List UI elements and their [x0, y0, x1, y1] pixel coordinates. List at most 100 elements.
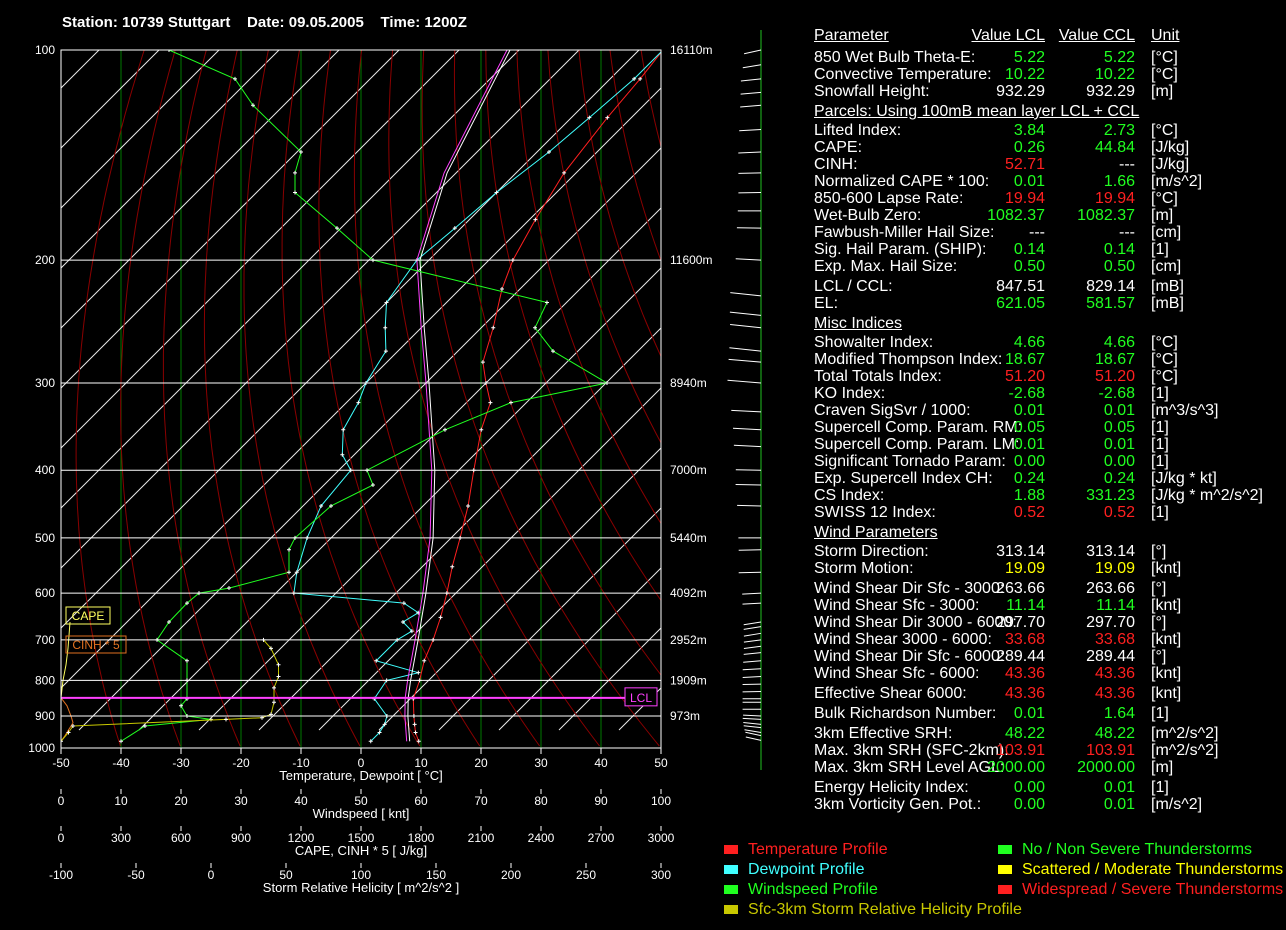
parameter-name: KO Index:: [814, 385, 886, 402]
parameter-name: Effective Shear 6000:: [814, 685, 967, 702]
extra-axis-tick-label: 40: [294, 794, 308, 808]
wind-barb: [738, 151, 762, 154]
unit-label: [°C]: [1151, 351, 1178, 368]
extra-axis-tick-label: 60: [414, 794, 428, 808]
pressure-tick-label: 600: [35, 586, 55, 600]
unit-label: [J/kg]: [1151, 156, 1190, 173]
unit-label: [knt]: [1151, 665, 1182, 682]
unit-label: [J/kg * kt]: [1151, 470, 1217, 487]
extra-axis-tick-label: 250: [576, 868, 596, 882]
value-lcl: 0.01: [1013, 402, 1045, 419]
temperature-profile-point: [661, 48, 665, 52]
extra-axis-label: Windspeed [ knt]: [313, 806, 410, 821]
unit-label: [m]: [1151, 83, 1174, 100]
dry-adiabat: [243, 50, 361, 747]
dewpoint-profile-point: [341, 427, 346, 432]
helicity-profile-point: [272, 685, 276, 690]
unit-label: [1]: [1151, 453, 1169, 470]
pressure-tick-label: 500: [35, 531, 55, 545]
extra-axis-tick-label: 900: [231, 831, 251, 845]
value-ccl: 4.66: [1103, 334, 1135, 351]
wind-barb: [732, 427, 762, 431]
value-lcl: 0.00: [1013, 779, 1045, 796]
value-ccl: -2.68: [1098, 385, 1135, 402]
isotherm-line: [61, 50, 220, 209]
windspeed-profile-point: [209, 717, 213, 722]
height-label: 1909m: [670, 673, 707, 687]
wind-barb: [743, 722, 762, 725]
value-ccl: 5.22: [1103, 49, 1135, 66]
value-lcl: 289.44: [996, 648, 1045, 665]
column-header-parameter: Parameter: [814, 27, 889, 44]
legend-swatch: [998, 865, 1012, 875]
legend-label: Windspeed Profile: [748, 881, 878, 898]
unit-label: [m/s^2]: [1151, 796, 1203, 813]
wind-barb: [742, 676, 762, 678]
dry-adiabat: [353, 50, 541, 747]
extra-axis-tick-label: 30: [234, 794, 248, 808]
unit-label: [J/kg]: [1151, 139, 1190, 156]
parameter-name: Supercell Comp. Param. RM:: [814, 419, 1023, 436]
parameter-name: Wet-Bulb Zero:: [814, 207, 922, 224]
parameter-name: Snowfall Height:: [814, 83, 930, 100]
unit-label: [°]: [1151, 580, 1167, 597]
extra-axis-tick-label: 0: [58, 831, 65, 845]
unit-label: [knt]: [1151, 597, 1182, 614]
value-ccl: 263.66: [1086, 580, 1135, 597]
extra-axis-label: Storm Relative Helicity [ m^2/s^2 ]: [263, 880, 459, 895]
extra-axis-tick-label: 90: [594, 794, 608, 808]
unit-label: [1]: [1151, 436, 1169, 453]
value-lcl: 43.36: [1004, 665, 1045, 682]
wind-barb: [740, 91, 762, 95]
helicity-profile-point: [276, 674, 281, 679]
value-ccl: 18.67: [1094, 351, 1135, 368]
value-lcl: 43.36: [1004, 685, 1045, 702]
wind-barb: [742, 668, 762, 671]
value-lcl: 0.01: [1013, 436, 1045, 453]
wind-barb: [742, 592, 762, 595]
parameter-name: Storm Motion:: [814, 560, 914, 577]
legend-swatch: [724, 865, 738, 875]
value-lcl: 10.22: [1004, 66, 1045, 83]
dry-adiabat: [485, 50, 661, 602]
unit-label: [°C]: [1151, 122, 1178, 139]
value-ccl: 48.22: [1094, 725, 1135, 742]
isotherm-line: [61, 50, 160, 149]
value-lcl: 0.00: [1013, 453, 1045, 470]
unit-label: [knt]: [1151, 631, 1182, 648]
value-ccl: 297.70: [1086, 614, 1135, 631]
value-lcl: 3.84: [1013, 122, 1045, 139]
wind-barb: [743, 660, 762, 663]
column-header-value-ccl: Value CCL: [1058, 27, 1135, 44]
unit-label: [°]: [1151, 648, 1167, 665]
legend-label: Widespread / Severe Thunderstorms: [1022, 881, 1284, 898]
value-ccl: 0.01: [1103, 796, 1135, 813]
legend-item-severity: Widespread / Severe Thunderstorms: [998, 881, 1283, 899]
value-ccl: 11.14: [1096, 597, 1135, 614]
x-tick-label: -30: [172, 756, 190, 770]
unit-label: [m/s^2]: [1151, 173, 1203, 190]
value-lcl: 51.20: [1004, 368, 1045, 385]
wind-barb: [743, 639, 762, 643]
temperature-profile-point: [491, 325, 496, 330]
wind-barb: [742, 717, 762, 720]
extra-axis-tick-label: 600: [171, 831, 191, 845]
wind-barb: [742, 602, 762, 605]
unit-label: [°C]: [1151, 66, 1178, 83]
height-label: 973m: [670, 709, 700, 723]
parameter-name: Fawbush-Miller Hail Size:: [814, 224, 995, 241]
legend-item-profile: Windspeed Profile: [724, 881, 878, 899]
parameter-name: Max. 3km SRH (SFC-2km):: [814, 742, 1009, 759]
value-lcl: 263.66: [996, 580, 1045, 597]
pressure-tick-label: 400: [35, 463, 55, 477]
temperature-profile-point: [499, 287, 504, 292]
legend-label: No / Non Severe Thunderstorms: [1022, 841, 1253, 858]
value-ccl: 581.57: [1086, 295, 1135, 312]
pressure-tick-label: 900: [35, 709, 55, 723]
x-axis-label: Temperature, Dewpoint [ °C]: [279, 768, 442, 783]
x-tick-label: 30: [534, 756, 548, 770]
legend-item-profile: Dewpoint Profile: [724, 861, 865, 879]
value-lcl: 48.22: [1004, 725, 1045, 742]
windspeed-profile-point: [443, 427, 447, 432]
extra-axis-tick-label: 300: [651, 868, 671, 882]
